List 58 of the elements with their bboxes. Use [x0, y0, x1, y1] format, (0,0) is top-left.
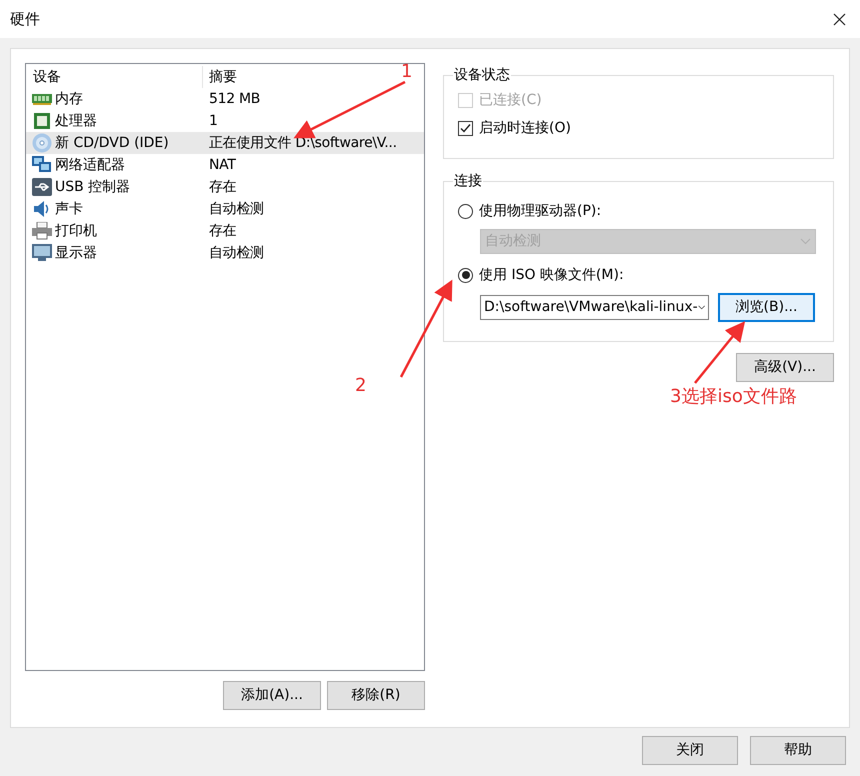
device-name: 内存	[55, 90, 83, 108]
radio-button[interactable]	[458, 268, 473, 282]
list-action-button[interactable]: 添加(A)...	[223, 681, 321, 710]
printer-icon	[32, 222, 52, 240]
network-icon	[32, 156, 52, 174]
caret-icon	[698, 304, 705, 311]
radio-label: 使用物理驱动器(P):	[479, 202, 602, 220]
device-name: 声卡	[55, 200, 83, 218]
memory-icon	[32, 92, 52, 106]
device-summary: NAT	[208, 156, 236, 174]
annotation-arrow	[694, 321, 746, 384]
window-title: 硬件	[10, 8, 40, 30]
speaker-icon	[33, 199, 51, 219]
checkbox[interactable]	[458, 120, 473, 136]
column-header[interactable]: 设备	[26, 66, 203, 88]
group-title: 设备状态	[453, 66, 511, 85]
device-name: 打印机	[55, 222, 97, 240]
disc-icon	[32, 133, 52, 153]
dialog-button[interactable]: 帮助	[750, 736, 846, 765]
iso-path-combobox[interactable]: D:\software\VMware\kali-linux-	[480, 295, 709, 320]
radio-label: 使用 ISO 映像文件(M):	[479, 266, 624, 284]
device-summary: 自动检测	[208, 244, 264, 262]
device-summary: 自动检测	[208, 200, 264, 218]
device-name: 处理器	[55, 112, 97, 130]
processor-icon	[33, 112, 51, 130]
advanced-button[interactable]: 高级(V)...	[736, 353, 834, 382]
device-name: 网络适配器	[55, 156, 125, 174]
group-title: 连接	[453, 172, 483, 191]
device-row[interactable]: 内存 512 MB	[26, 88, 424, 110]
device-row[interactable]: 网络适配器 NAT	[26, 154, 424, 176]
annotation-label: 1	[401, 60, 412, 84]
device-summary: 512 MB	[208, 90, 260, 108]
device-row[interactable]: 新 CD/DVD (IDE) 正在使用文件 D:\software\V...	[26, 132, 424, 154]
monitor-icon	[32, 244, 52, 262]
checkbox-label: 已连接(C)	[479, 90, 542, 110]
device-summary: 存在	[208, 222, 236, 240]
device-row[interactable]: 打印机 存在	[26, 220, 424, 242]
device-name: 新 CD/DVD (IDE)	[55, 134, 169, 152]
browse-button[interactable]: 浏览(B)...	[718, 293, 815, 322]
device-row[interactable]: USB 控制器 存在	[26, 176, 424, 198]
device-row[interactable]: 处理器 1	[26, 110, 424, 132]
device-name: 显示器	[55, 244, 97, 262]
column-header[interactable]: 摘要	[203, 66, 237, 88]
caret-icon	[800, 238, 811, 245]
radio-button[interactable]	[458, 204, 473, 218]
dialog-button[interactable]: 关闭	[642, 736, 738, 765]
device-row[interactable]: 显示器 自动检测	[26, 242, 424, 264]
list-action-button[interactable]: 移除(R)	[327, 681, 425, 710]
device-name: USB 控制器	[55, 178, 130, 196]
device-summary: 存在	[208, 178, 236, 196]
device-row[interactable]: 声卡 自动检测	[26, 198, 424, 220]
close-icon[interactable]	[833, 12, 846, 26]
device-summary: 1	[208, 112, 218, 130]
annotation-label: 2	[355, 374, 366, 398]
checkbox-label: 启动时连接(O)	[479, 118, 571, 138]
device-summary: 正在使用文件 D:\software\V...	[208, 134, 397, 152]
usb-icon	[32, 178, 52, 196]
annotation-label: 3选择iso文件路	[670, 385, 797, 409]
